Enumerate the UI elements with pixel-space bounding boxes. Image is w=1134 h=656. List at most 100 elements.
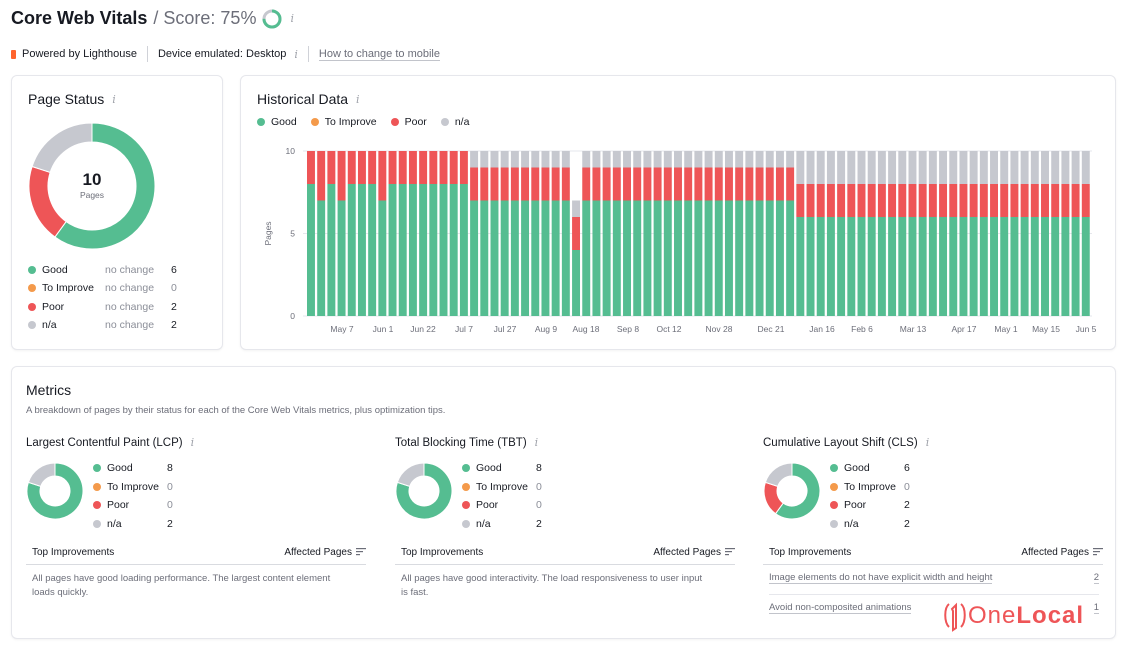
bar-segment-poor[interactable] <box>918 184 927 217</box>
bar-segment-good[interactable] <box>908 217 917 316</box>
bar-segment-poor[interactable] <box>1051 184 1060 217</box>
bar-segment-good[interactable] <box>531 200 540 317</box>
bar-segment-good[interactable] <box>816 217 825 316</box>
bar-segment-na[interactable] <box>500 151 509 168</box>
bar-segment-na[interactable] <box>684 151 693 168</box>
bar-segment-good[interactable] <box>1061 217 1070 316</box>
bar-segment-poor[interactable] <box>775 167 784 201</box>
bar-segment-good[interactable] <box>643 200 652 317</box>
bar-segment-good[interactable] <box>796 217 805 316</box>
bar-segment-poor[interactable] <box>1071 184 1080 217</box>
bar-segment-good[interactable] <box>888 217 897 316</box>
bar-segment-good[interactable] <box>470 200 479 317</box>
bar-segment-poor[interactable] <box>796 184 805 217</box>
bar-segment-good[interactable] <box>500 200 509 317</box>
bar-segment-poor[interactable] <box>1061 184 1070 217</box>
bar-segment-na[interactable] <box>775 151 784 168</box>
status-legend-row[interactable]: Poor no change 2 <box>28 301 177 313</box>
bar-segment-good[interactable] <box>327 184 336 316</box>
bar-segment-good[interactable] <box>449 184 458 316</box>
bar-segment-na[interactable] <box>714 151 723 168</box>
bar-segment-na[interactable] <box>1071 151 1080 184</box>
bar-segment-na[interactable] <box>949 151 958 184</box>
bar-segment-na[interactable] <box>663 151 672 168</box>
bar-segment-na[interactable] <box>877 151 886 184</box>
bar-segment-na[interactable] <box>510 151 519 168</box>
metric-legend-row[interactable]: Good 8 <box>93 459 173 478</box>
bar-segment-good[interactable] <box>990 217 999 316</box>
bar-segment-good[interactable] <box>439 184 448 316</box>
bar-segment-poor[interactable] <box>1081 184 1090 217</box>
bar-segment-poor[interactable] <box>653 167 662 201</box>
bar-segment-poor[interactable] <box>633 167 642 201</box>
bar-segment-na[interactable] <box>908 151 917 184</box>
bar-segment-poor[interactable] <box>388 151 397 184</box>
affected-pages-header[interactable]: Affected Pages <box>284 547 366 558</box>
bar-segment-na[interactable] <box>796 151 805 184</box>
bar-segment-poor[interactable] <box>337 151 346 201</box>
bar-segment-good[interactable] <box>826 217 835 316</box>
bar-segment-na[interactable] <box>939 151 948 184</box>
bar-segment-good[interactable] <box>1020 217 1029 316</box>
donut-slice-na[interactable] <box>31 122 93 174</box>
bar-segment-na[interactable] <box>837 151 846 184</box>
bar-segment-na[interactable] <box>755 151 764 168</box>
bar-segment-na[interactable] <box>1081 151 1090 184</box>
bar-segment-good[interactable] <box>653 200 662 317</box>
metric-legend-row[interactable]: To Improve 0 <box>462 478 542 497</box>
bar-segment-na[interactable] <box>592 151 601 168</box>
bar-segment-poor[interactable] <box>735 167 744 201</box>
bar-segment-na[interactable] <box>826 151 835 184</box>
bar-segment-poor[interactable] <box>806 184 815 217</box>
bar-segment-good[interactable] <box>347 184 356 316</box>
bar-segment-poor[interactable] <box>939 184 948 217</box>
info-icon[interactable]: i <box>535 436 539 449</box>
bar-segment-na[interactable] <box>1041 151 1049 184</box>
info-icon[interactable]: i <box>112 93 116 106</box>
bar-segment-na[interactable] <box>786 151 795 168</box>
bar-segment-good[interactable] <box>582 200 591 317</box>
bar-segment-good[interactable] <box>979 217 988 316</box>
bar-segment-good[interactable] <box>755 200 764 317</box>
bar-segment-poor[interactable] <box>745 167 754 201</box>
sort-icon[interactable] <box>356 548 366 556</box>
metric-legend-row[interactable]: n/a 2 <box>93 515 173 534</box>
bar-segment-poor[interactable] <box>500 167 509 201</box>
bar-segment-poor[interactable] <box>714 167 723 201</box>
bar-segment-poor[interactable] <box>480 167 489 201</box>
bar-segment-good[interactable] <box>378 200 387 317</box>
bar-segment-na[interactable] <box>1030 151 1039 184</box>
status-legend-row[interactable]: n/a no change 2 <box>28 319 177 331</box>
bar-segment-good[interactable] <box>745 200 754 317</box>
bar-segment-good[interactable] <box>857 217 866 316</box>
bar-segment-good[interactable] <box>368 184 377 316</box>
affected-pages-header[interactable]: Affected Pages <box>1021 547 1103 558</box>
bar-segment-poor[interactable] <box>979 184 988 217</box>
bar-segment-poor[interactable] <box>541 167 550 201</box>
bar-segment-na[interactable] <box>541 151 550 168</box>
bar-segment-na[interactable] <box>979 151 988 184</box>
donut-slice-na[interactable] <box>27 462 56 487</box>
bar-segment-poor[interactable] <box>572 217 581 250</box>
status-legend-row[interactable]: Good no change 6 <box>28 264 177 276</box>
bar-segment-poor[interactable] <box>592 167 601 201</box>
bar-segment-na[interactable] <box>888 151 897 184</box>
bar-segment-good[interactable] <box>847 217 856 316</box>
bar-segment-poor[interactable] <box>990 184 999 217</box>
bar-segment-good[interactable] <box>1051 217 1060 316</box>
bar-segment-na[interactable] <box>674 151 682 168</box>
bar-segment-poor[interactable] <box>408 151 417 184</box>
bar-segment-good[interactable] <box>877 217 886 316</box>
bar-segment-poor[interactable] <box>684 167 693 201</box>
bar-segment-poor[interactable] <box>857 184 866 217</box>
bar-segment-na[interactable] <box>1010 151 1019 184</box>
bar-segment-good[interactable] <box>398 184 407 316</box>
bar-segment-poor[interactable] <box>969 184 978 217</box>
bar-segment-na[interactable] <box>582 151 591 168</box>
bar-segment-good[interactable] <box>357 184 366 316</box>
bar-segment-poor[interactable] <box>826 184 835 217</box>
bar-segment-poor[interactable] <box>928 184 937 217</box>
bar-segment-na[interactable] <box>724 151 733 168</box>
bar-segment-good[interactable] <box>939 217 948 316</box>
affected-pages-header[interactable]: Affected Pages <box>653 547 735 558</box>
